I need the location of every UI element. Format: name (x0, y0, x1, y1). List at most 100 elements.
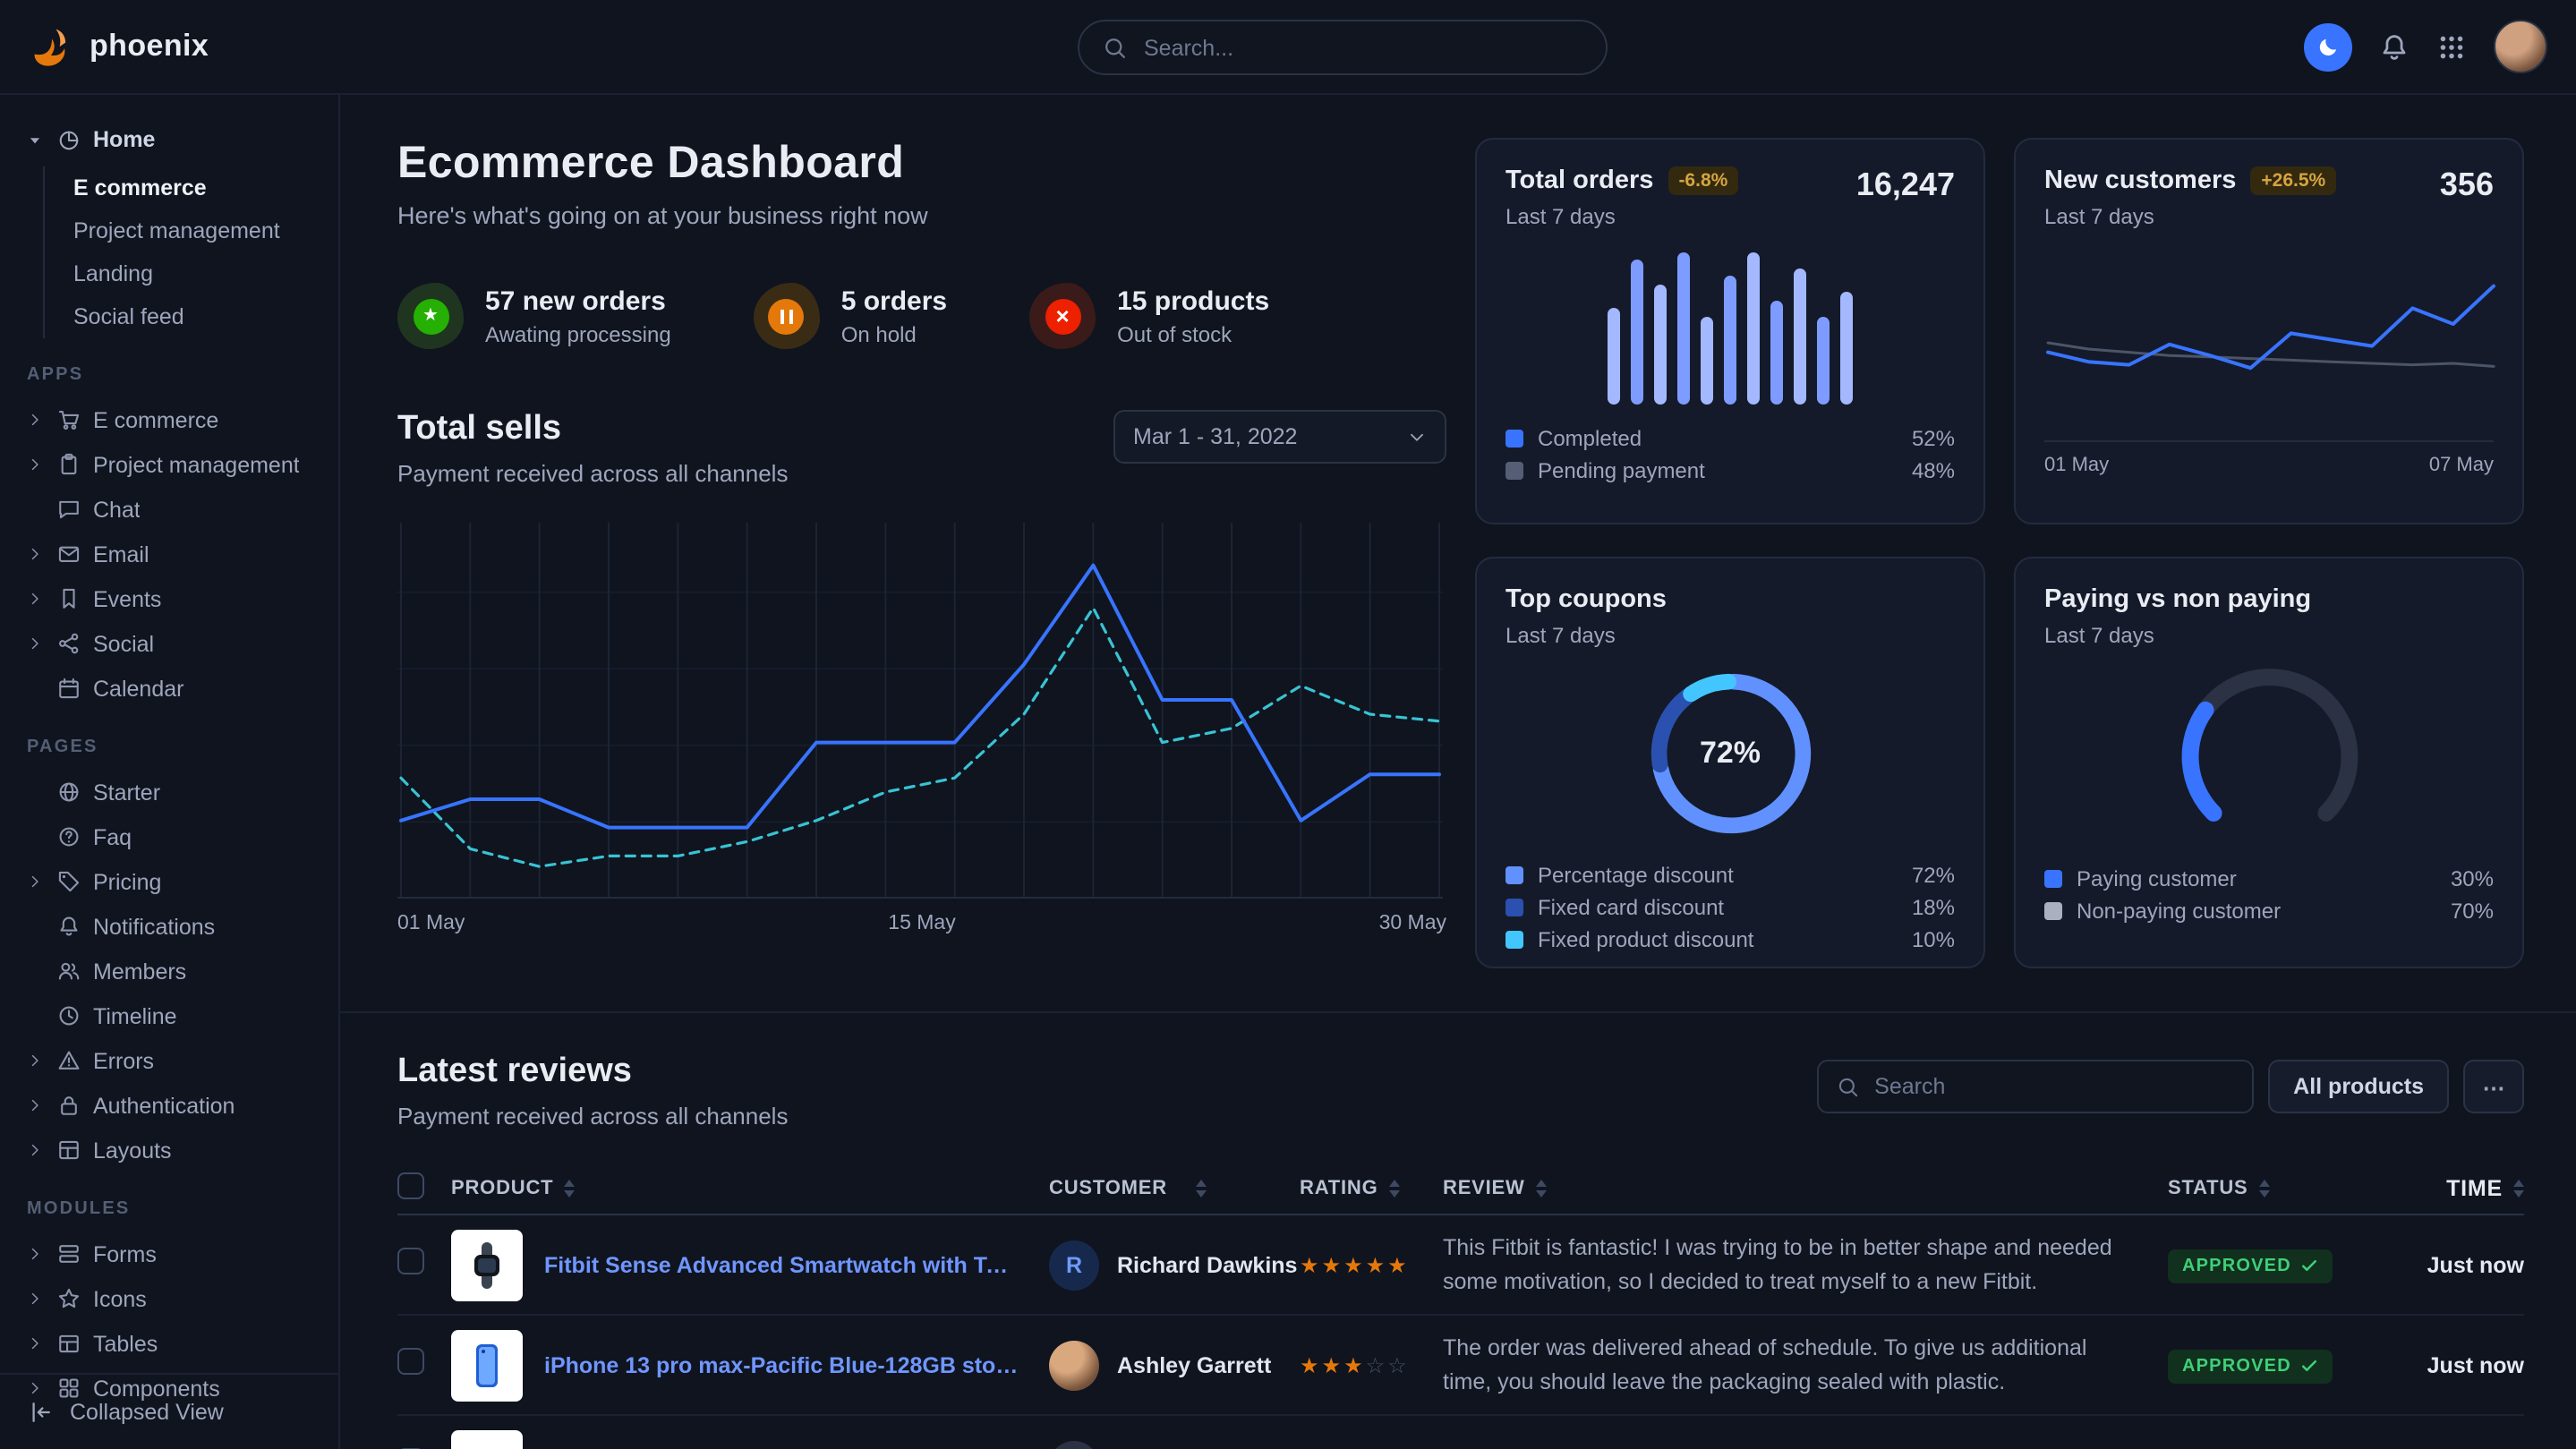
table-grid-icon (57, 1332, 81, 1355)
sidebar-item-calendar[interactable]: Calendar (25, 666, 324, 711)
row-checkbox[interactable] (397, 1347, 424, 1374)
sidebar-item-members[interactable]: Members (25, 949, 324, 993)
total-sells-chart (397, 516, 1443, 899)
out-of-stock-blob: × (1029, 283, 1096, 349)
date-range-select[interactable]: Mar 1 - 31, 2022 (1113, 410, 1446, 464)
column-product[interactable]: PRODUCT (451, 1177, 553, 1198)
top-coupons-card: Top coupons Last 7 days 72% Percentage d… (1475, 557, 1985, 968)
global-search-input[interactable] (1144, 35, 1582, 60)
bookmark-icon (57, 587, 81, 610)
card-title: Paying vs non paying (2044, 585, 2311, 614)
legend-swatch (1506, 866, 1523, 884)
global-search (1078, 20, 1608, 75)
share-nodes-icon (57, 632, 81, 655)
reviews-search (1817, 1060, 2254, 1113)
stat-value: 15 products (1117, 286, 1269, 316)
paying-vs-non-paying-card: Paying vs non paying Last 7 days Paying … (2014, 557, 2524, 968)
sidebar-item-ecommerce-dashboard[interactable]: E commerce (73, 166, 324, 209)
column-time[interactable]: TIME (2446, 1175, 2503, 1200)
sidebar-item-email[interactable]: Email (25, 532, 324, 576)
rating-stars: ★★★☆☆ (1300, 1349, 1410, 1379)
phoenix-logo-icon (29, 23, 75, 70)
table-header: PRODUCT CUSTOMER RATING REVIEW STATUS TI… (397, 1162, 2524, 1215)
column-status[interactable]: STATUS (2168, 1177, 2248, 1198)
sort-icon (2513, 1179, 2524, 1197)
sidebar-item-errors[interactable]: Errors (25, 1038, 324, 1083)
sidebar-item-ecommerce[interactable]: E commerce (25, 397, 324, 442)
circle-question-icon (57, 825, 81, 848)
product-link[interactable]: iPhone 13 pro max-Pacific Blue-128GB sto… (544, 1352, 1020, 1377)
legend-swatch (1506, 462, 1523, 480)
table-row (397, 1416, 2524, 1449)
page-subtitle: Here's what's going on at your business … (397, 202, 1446, 229)
collapsed-view-toggle[interactable]: Collapsed View (0, 1373, 338, 1449)
sidebar-item-events[interactable]: Events (25, 576, 324, 621)
review-text: The order was delivered ahead of schedul… (1443, 1332, 2121, 1399)
sidebar-item-social[interactable]: Social (25, 621, 324, 666)
all-products-button[interactable]: All products (2268, 1060, 2449, 1113)
chat-bubble-icon (57, 498, 81, 521)
page-title: Ecommerce Dashboard (397, 138, 1446, 190)
sidebar-item-forms[interactable]: Forms (25, 1232, 324, 1276)
card-period: Last 7 days (2044, 204, 2336, 229)
sidebar-item-tables[interactable]: Tables (25, 1321, 324, 1366)
sidebar-item-timeline[interactable]: Timeline (25, 993, 324, 1038)
sidebar-item-home[interactable]: Home (25, 116, 324, 163)
product-thumbnail[interactable] (451, 1229, 523, 1300)
select-all-checkbox[interactable] (397, 1172, 424, 1198)
sidebar: Home E commerce Project management Landi… (0, 95, 340, 1449)
sort-icon (2259, 1179, 2270, 1197)
product-thumbnail[interactable] (451, 1429, 523, 1449)
search-icon (1103, 35, 1128, 60)
sidebar-item-authentication[interactable]: Authentication (25, 1083, 324, 1128)
reviews-search-input[interactable] (1874, 1074, 2234, 1099)
product-thumbnail[interactable] (451, 1329, 523, 1401)
sidebar-item-chat[interactable]: Chat (25, 487, 324, 532)
chevron-right-icon (27, 1053, 43, 1069)
triangle-alert-icon (57, 1049, 81, 1072)
smartwatch-image (462, 1240, 512, 1290)
chevron-right-icon (27, 1246, 43, 1262)
column-customer[interactable]: CUSTOMER (1049, 1177, 1167, 1198)
theme-toggle-button[interactable] (2304, 22, 2352, 71)
apps-menu-button[interactable] (2436, 31, 2467, 62)
column-review[interactable]: REVIEW (1443, 1177, 1525, 1198)
latest-reviews-section: Latest reviews Payment received across a… (397, 1013, 2524, 1449)
sidebar-item-social-feed[interactable]: Social feed (73, 295, 324, 338)
top-coupons-donut: 72% (1642, 666, 1818, 841)
sidebar-item-icons[interactable]: Icons (25, 1276, 324, 1321)
legend-item: Completed 52% (1506, 422, 1955, 455)
x-icon: × (1045, 298, 1080, 334)
product-link[interactable]: Fitbit Sense Advanced Smartwatch with To… (544, 1252, 1020, 1277)
total-sells-chart-area: 01 May 15 May 30 May (397, 516, 1446, 942)
sidebar-item-project-management[interactable]: Project management (25, 442, 324, 487)
notifications-button[interactable] (2379, 31, 2410, 62)
on-hold-blob (754, 283, 820, 349)
sidebar-item-starter[interactable]: Starter (25, 770, 324, 814)
column-rating[interactable]: RATING (1300, 1177, 1378, 1198)
chevron-right-icon (27, 635, 43, 652)
row-checkbox[interactable] (397, 1247, 424, 1274)
legend-swatch (1506, 931, 1523, 949)
pause-icon (769, 298, 805, 334)
more-options-button[interactable]: ⋯ (2463, 1060, 2524, 1113)
total-sells-subtitle: Payment received across all channels (397, 460, 788, 487)
brand[interactable]: phoenix (29, 23, 209, 70)
sidebar-item-faq[interactable]: Faq (25, 814, 324, 859)
sidebar-item-landing[interactable]: Landing (73, 252, 324, 295)
sidebar-item-label: Home (93, 127, 155, 152)
sidebar-item-pricing[interactable]: Pricing (25, 859, 324, 904)
gauge-chart (2156, 655, 2382, 845)
sidebar-item-notifications[interactable]: Notifications (25, 904, 324, 949)
new-customers-chart (2044, 243, 2497, 430)
lock-icon (57, 1094, 81, 1117)
stat-caption: Out of stock (1117, 321, 1269, 346)
reviews-table: PRODUCT CUSTOMER RATING REVIEW STATUS TI… (397, 1162, 2524, 1449)
sidebar-item-layouts[interactable]: Layouts (25, 1128, 324, 1172)
user-avatar[interactable] (2494, 20, 2547, 73)
sidebar-item-project-management-dashboard[interactable]: Project management (73, 209, 324, 252)
legend-item: Pending payment 48% (1506, 455, 1955, 487)
envelope-icon (57, 542, 81, 566)
table-row: iPhone 13 pro max-Pacific Blue-128GB sto… (397, 1316, 2524, 1416)
sort-icon (1536, 1179, 1547, 1197)
